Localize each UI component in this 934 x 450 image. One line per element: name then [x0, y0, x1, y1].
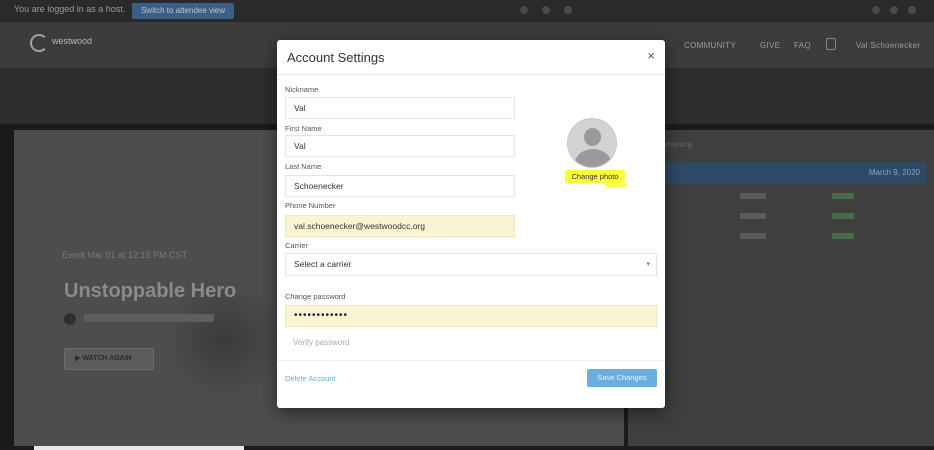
- delete-account-link[interactable]: Delete Account: [285, 374, 335, 383]
- event-time: Event Mar 01 at 12:15 PM CST: [62, 250, 188, 260]
- change-photo-link[interactable]: Change photo: [565, 170, 625, 183]
- verify-password-input[interactable]: Verify password: [285, 332, 657, 354]
- highlight-mark: [605, 184, 627, 187]
- close-icon[interactable]: ×: [647, 49, 655, 63]
- logo-swirl-icon: [30, 34, 48, 52]
- schedule-row[interactable]: [656, 208, 926, 228]
- last-name-input[interactable]: Schoenecker: [285, 175, 515, 197]
- bottom-scrollbar[interactable]: [34, 446, 244, 450]
- modal-footer-divider: [277, 360, 665, 361]
- host-notice-bar: You are logged in as a host. Switch to a…: [0, 0, 934, 22]
- nickname-input[interactable]: Val: [285, 97, 515, 119]
- modal-header: Account Settings ×: [277, 40, 665, 75]
- host-notice-text: You are logged in as a host.: [14, 4, 126, 14]
- site-logo[interactable]: westwood: [30, 32, 100, 56]
- change-password-label: Change password: [285, 292, 346, 301]
- maximize-icon[interactable]: [890, 6, 898, 14]
- person-silhouette-icon: [584, 128, 601, 146]
- event-title: Unstoppable Hero: [64, 280, 237, 302]
- watch-again-label: WATCH AGAIN: [82, 355, 132, 362]
- nav-user-name[interactable]: Val Schoenecker: [856, 41, 920, 50]
- close-window-icon[interactable]: [908, 6, 916, 14]
- schedule-panel: Upcoming March 9, 2020: [628, 130, 934, 446]
- minimize-icon[interactable]: [872, 6, 880, 14]
- nav-give[interactable]: GIVE: [760, 41, 780, 50]
- watch-again-button[interactable]: ▶ WATCH AGAIN: [64, 348, 154, 370]
- notification-icon[interactable]: [520, 6, 528, 14]
- change-password-input[interactable]: ••••••••••••: [285, 305, 657, 327]
- schedule-header: March 9, 2020: [656, 162, 926, 184]
- phone-label: Phone Number: [285, 201, 336, 210]
- save-changes-button[interactable]: Save Changes: [587, 369, 657, 387]
- switch-view-button[interactable]: Switch to attendee view: [132, 3, 234, 19]
- account-settings-modal: Account Settings × Nickname Val First Na…: [277, 40, 665, 408]
- modal-title: Account Settings: [287, 50, 385, 65]
- host-meta: [84, 314, 214, 322]
- first-name-label: First Name: [285, 124, 322, 133]
- phone-input[interactable]: val.schoenecker@westwoodcc.org: [285, 215, 515, 237]
- settings-icon[interactable]: [564, 6, 572, 14]
- chat-icon[interactable]: [542, 6, 550, 14]
- avatar[interactable]: [567, 118, 617, 168]
- last-name-label: Last Name: [285, 162, 322, 171]
- carrier-label: Carrier: [285, 241, 308, 250]
- nav-faq[interactable]: FAQ: [794, 41, 811, 50]
- carrier-select[interactable]: Select a carrier ▾: [285, 253, 657, 276]
- schedule-date: March 9, 2020: [868, 168, 920, 177]
- first-name-input[interactable]: Val: [285, 135, 515, 157]
- host-avatar: [64, 313, 76, 325]
- logo-text: westwood: [52, 36, 93, 46]
- person-silhouette-body: [575, 149, 611, 167]
- schedule-row[interactable]: [656, 188, 926, 208]
- schedule-row[interactable]: [656, 228, 926, 248]
- chevron-down-icon: ▾: [646, 261, 650, 268]
- user-icon[interactable]: [826, 38, 836, 50]
- carrier-selected-value: Select a carrier: [294, 259, 352, 269]
- nav-community[interactable]: COMMUNITY: [684, 41, 736, 50]
- nickname-label: Nickname: [285, 85, 319, 94]
